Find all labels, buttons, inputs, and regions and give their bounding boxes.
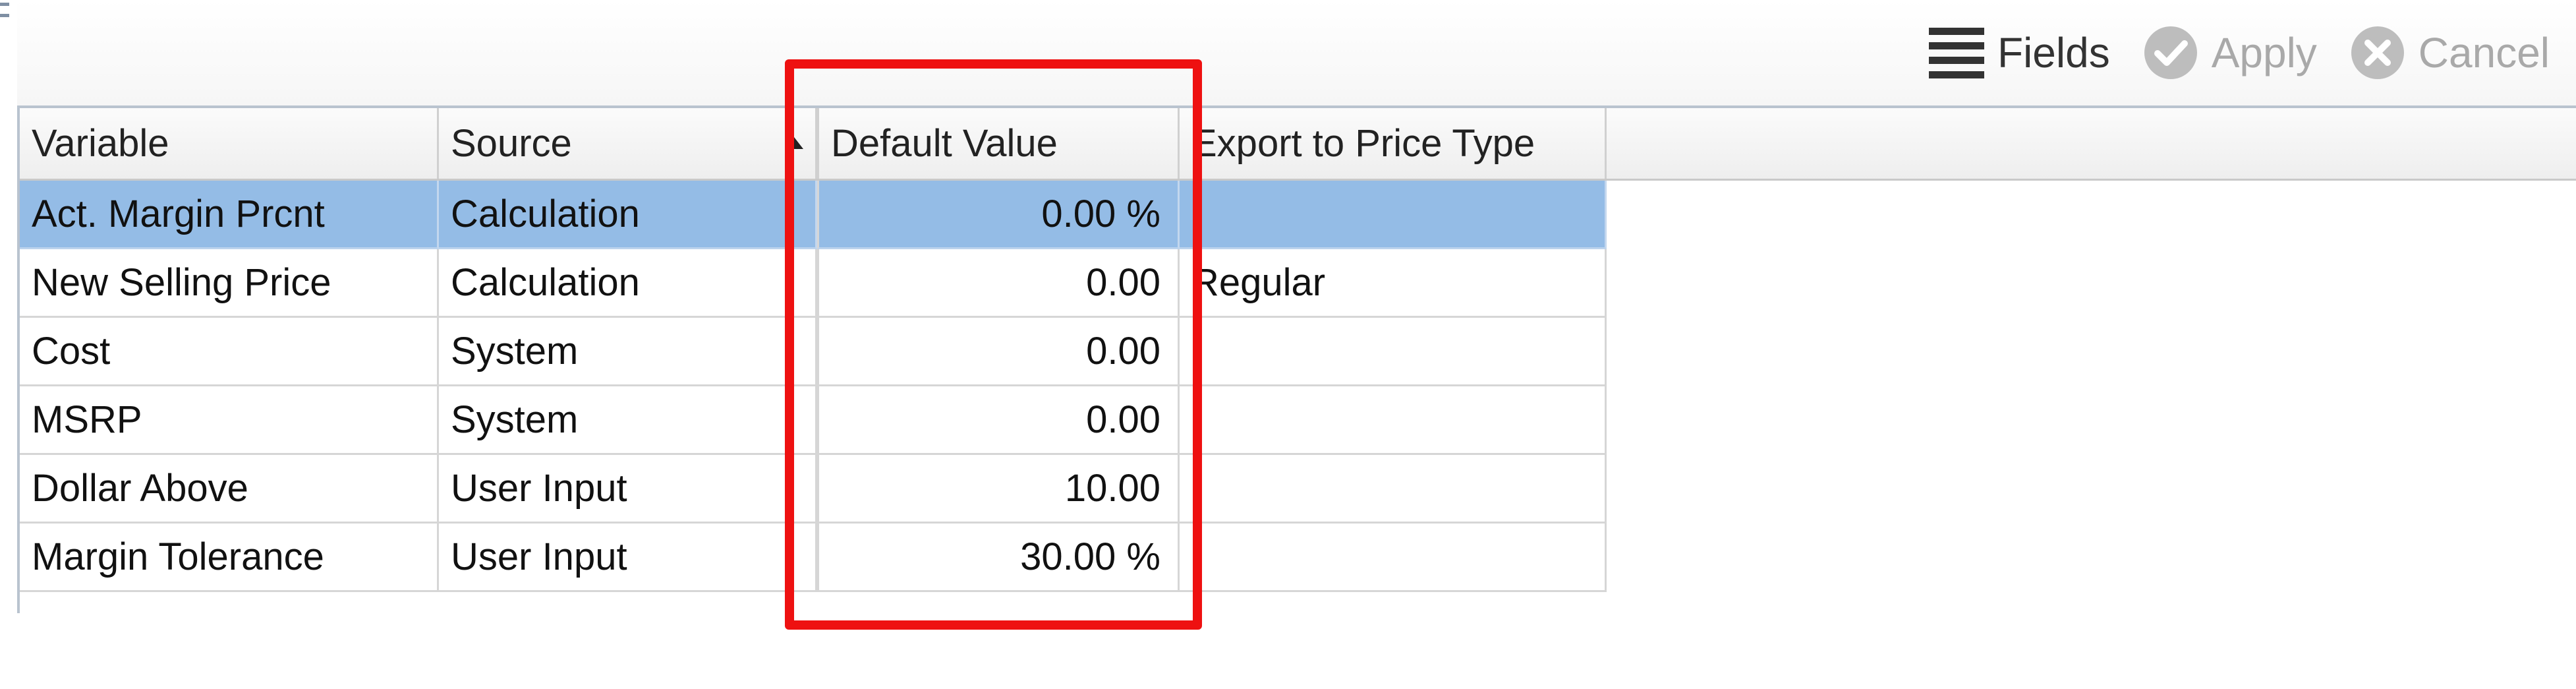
column-header-label: Export to Price Type bbox=[1191, 122, 1535, 165]
left-splitter[interactable] bbox=[0, 0, 17, 613]
cell-variable[interactable]: Cost bbox=[20, 318, 439, 386]
column-header-variable[interactable]: Variable bbox=[20, 108, 439, 179]
check-circle-icon bbox=[2143, 25, 2198, 80]
column-header-source[interactable]: Source bbox=[439, 108, 817, 179]
cell-variable[interactable]: Act. Margin Prcnt bbox=[20, 181, 439, 249]
cancel-button[interactable]: Cancel bbox=[2350, 20, 2550, 86]
cell-source[interactable]: User Input bbox=[439, 455, 817, 524]
cell-variable[interactable]: Margin Tolerance bbox=[20, 524, 439, 592]
cell-export-to-price-type[interactable] bbox=[1180, 386, 1607, 455]
fields-label: Fields bbox=[1997, 29, 2110, 76]
x-circle-icon bbox=[2350, 25, 2405, 80]
list-lines-icon bbox=[1928, 26, 1984, 79]
variables-grid: Variable Source Default Value Export to … bbox=[17, 105, 2576, 613]
cell-export-to-price-type[interactable]: Regular bbox=[1180, 249, 1607, 318]
cell-export-to-price-type[interactable] bbox=[1180, 455, 1607, 524]
splitter-grip-icon bbox=[0, 0, 9, 20]
cell-variable[interactable]: Dollar Above bbox=[20, 455, 439, 524]
cell-source[interactable]: User Input bbox=[439, 524, 817, 592]
cell-source[interactable]: Calculation bbox=[439, 249, 817, 318]
fields-button[interactable]: Fields bbox=[1928, 20, 2110, 86]
cell-variable[interactable]: New Selling Price bbox=[20, 249, 439, 318]
cell-source[interactable]: Calculation bbox=[439, 181, 817, 249]
cancel-label: Cancel bbox=[2418, 29, 2550, 76]
column-header-label: Variable bbox=[32, 122, 169, 165]
apply-label: Apply bbox=[2211, 29, 2317, 76]
cell-export-to-price-type[interactable] bbox=[1180, 318, 1607, 386]
cell-variable[interactable]: MSRP bbox=[20, 386, 439, 455]
cell-export-to-price-type[interactable] bbox=[1180, 524, 1607, 592]
column-header-label: Source bbox=[451, 122, 572, 165]
cell-export-to-price-type[interactable] bbox=[1180, 181, 1607, 249]
grid-header: Variable Source Default Value Export to … bbox=[20, 108, 2576, 181]
panel-bottom bbox=[0, 613, 2576, 689]
apply-button[interactable]: Apply bbox=[2143, 20, 2317, 86]
cell-source[interactable]: System bbox=[439, 386, 817, 455]
cell-source[interactable]: System bbox=[439, 318, 817, 386]
toolbar: Fields Apply Cancel bbox=[17, 0, 2576, 105]
highlight-annotation-box bbox=[785, 59, 1202, 630]
column-header-export-to-price-type[interactable]: Export to Price Type bbox=[1180, 108, 1607, 179]
